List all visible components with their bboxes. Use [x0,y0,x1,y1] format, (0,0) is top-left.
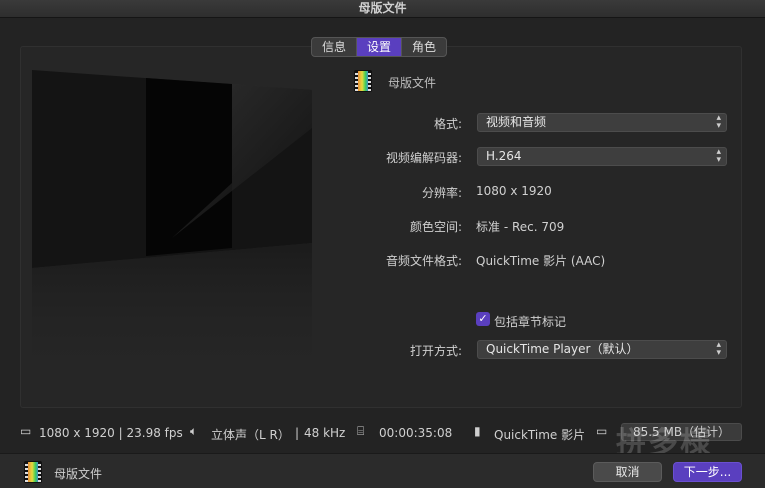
status-audio: 立体声（L R） [211,428,290,442]
preset-file-icon [354,70,372,92]
video-codec-select[interactable]: H.264 ▴ ▾ [477,147,727,166]
resolution-value: 1080 x 1920 [476,184,552,198]
color-space-label: 颜色空间: [409,220,462,234]
status-file-type: QuickTime 影片 [494,428,586,442]
preset-name: 母版文件 [388,76,437,90]
tab-bar: 信息 设置 角色 [311,37,448,57]
video-codec-value: H.264 [486,149,522,163]
chapter-markers-checkbox[interactable]: ✓ [476,312,490,326]
status-duration: 00:00:35:08 [379,426,453,440]
audio-format-label: 音频文件格式: [385,254,462,268]
preview-thumbnail [32,70,312,388]
open-with-label: 打开方式: [409,344,462,358]
chevron-updown-icon: ▴ ▾ [716,340,721,358]
next-button[interactable]: 下一步... [673,462,742,482]
footer-bar: 母版文件 取消 下一步... [0,453,765,488]
tab-roles[interactable]: 角色 [402,38,446,56]
color-space-value: 标准 - Rec. 709 [476,220,565,234]
document-icon: ▮ [474,424,481,438]
duration-icon: ⌸ [357,424,365,438]
resolution-label: 分辨率: [421,186,462,200]
format-value: 视频和音频 [486,115,547,129]
tab-info[interactable]: 信息 [312,38,358,56]
footer-file-icon [24,461,42,483]
status-resolution-fps: 1080 x 1920 | 23.98 fps [39,426,183,440]
chevron-updown-icon: ▴ ▾ [716,113,721,131]
tab-settings[interactable]: 设置 [357,38,403,56]
status-sample-rate: 48 kHz [304,426,346,440]
chevron-updown-icon: ▴ ▾ [716,147,721,165]
format-label: 格式: [433,117,462,131]
window-title: 母版文件 [0,0,765,18]
format-select[interactable]: 视频和音频 ▴ ▾ [477,113,727,132]
audio-format-value: QuickTime 影片 (AAC) [476,254,606,268]
open-with-select[interactable]: QuickTime Player（默认） ▴ ▾ [477,340,727,359]
chapter-markers-label: 包括章节标记 [494,315,567,329]
footer-preset-name: 母版文件 [54,467,103,481]
status-separator: | [295,426,300,440]
speaker-icon: 🔈︎ [190,424,198,438]
video-codec-label: 视频编解码器: [385,151,462,165]
monitor-icon: ▭ [596,424,608,438]
open-with-value: QuickTime Player（默认） [486,342,639,356]
cancel-button[interactable]: 取消 [593,462,662,482]
frame-size-icon: ▭ [20,424,32,438]
